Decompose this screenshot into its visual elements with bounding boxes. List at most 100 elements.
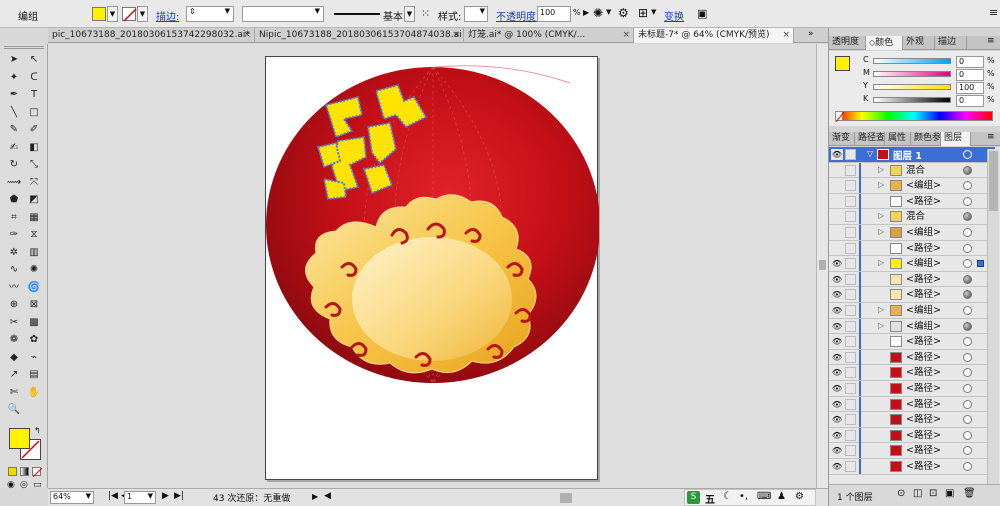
channel-value-field[interactable]: 0 [956, 56, 984, 68]
eye-icon[interactable]: 👁 [831, 305, 843, 316]
layer-item-name[interactable]: <路径> [906, 460, 941, 473]
layer-item-name[interactable]: <编组> [906, 320, 941, 333]
layer-item-name[interactable]: <路径> [906, 429, 941, 442]
layer-item-name[interactable]: <路径> [906, 273, 941, 286]
eye-icon[interactable]: 👁 [831, 258, 843, 269]
target-icon[interactable] [963, 352, 972, 362]
expand-icon[interactable]: ▽ [867, 149, 873, 158]
eye-icon[interactable]: 👁 [831, 461, 843, 472]
fill-color-box[interactable] [9, 428, 30, 449]
next-page-icon[interactable]: ▶ [162, 491, 169, 501]
tab-color[interactable]: ◇颜色 [866, 36, 903, 50]
expand-icon[interactable]: ▷ [878, 180, 884, 189]
expand-icon[interactable]: ▷ [878, 165, 884, 174]
lantern-artwork[interactable] [266, 57, 600, 481]
lock-toggle[interactable] [845, 195, 856, 207]
eye-icon[interactable] [831, 180, 843, 191]
lock-toggle[interactable] [845, 273, 856, 285]
layer-item-name[interactable]: <编组> [906, 179, 941, 192]
delete-layer-icon[interactable]: 🗑 [963, 488, 976, 499]
layer-row-main[interactable]: 👁 ▽ 图层 1 [829, 147, 995, 163]
keyboard-icon[interactable]: ⌨ [757, 491, 771, 502]
doc-tab-1[interactable]: pic_10673188_20180306153742298032.ai* × [48, 28, 255, 43]
lock-toggle[interactable] [845, 383, 856, 394]
layer-row[interactable]: 👁 <路径> [829, 412, 995, 428]
lock-toggle[interactable] [845, 367, 856, 379]
target-icon[interactable] [963, 243, 972, 253]
graphic-style-swatch[interactable]: ▼ [464, 6, 488, 22]
target-icon[interactable] [963, 446, 972, 456]
eye-icon[interactable]: 👁 [831, 336, 843, 347]
stroke-swatch-icon[interactable] [122, 7, 137, 22]
layer-row[interactable]: 👁 ▷ <编组> [829, 303, 995, 319]
stroke-profile-preview[interactable] [334, 13, 380, 15]
layer-row[interactable]: 👁 <路径> [829, 334, 995, 350]
target-icon[interactable] [963, 181, 972, 191]
gradient-mode-icon[interactable] [20, 467, 29, 476]
target-icon[interactable] [963, 368, 972, 378]
blob-brush-icon[interactable]: ✍ [5, 140, 23, 155]
eyedropper2-icon[interactable]: ⌁ [25, 350, 43, 365]
expand-icon[interactable]: ▷ [878, 227, 884, 236]
panel-menu-icon[interactable]: ≡ [989, 6, 998, 19]
eye-icon[interactable]: 👁 [831, 289, 843, 300]
eye-icon[interactable]: 👁 [831, 445, 843, 456]
target-icon[interactable] [963, 196, 972, 206]
tab-appearance[interactable]: 外观 [903, 36, 935, 50]
twirl-icon[interactable]: 🌀 [25, 280, 43, 295]
layer-row[interactable]: ▷ 混合 [829, 162, 995, 179]
ime-logo-icon[interactable]: S [687, 491, 700, 504]
target-icon[interactable] [963, 306, 972, 315]
shape-builder-icon[interactable]: ⬟ [5, 192, 23, 207]
panel-menu-icon[interactable]: ≡ [987, 132, 995, 142]
measure-icon[interactable]: ↗ [5, 367, 23, 382]
lock-toggle[interactable] [845, 289, 856, 301]
recolor-icon[interactable]: ✺ [593, 6, 603, 20]
gradient-tool-icon[interactable]: ▦ [25, 210, 43, 225]
variable-width-field[interactable]: ▼ [242, 6, 324, 22]
column-graph-icon[interactable]: ▥ [25, 245, 43, 260]
lock-toggle[interactable] [845, 305, 856, 316]
eye-icon[interactable] [831, 227, 843, 238]
layer-item-name[interactable]: <编组> [906, 304, 941, 317]
ime-mode-label[interactable]: 五 [705, 491, 715, 506]
blend-tool-icon[interactable]: ⧖ [25, 227, 43, 242]
type-tool-icon[interactable]: T [25, 87, 43, 102]
layer-row[interactable]: 👁 <路径> [829, 381, 995, 397]
eye-icon[interactable]: 👁 [831, 367, 843, 378]
layer-item-name[interactable]: <路径> [906, 366, 941, 379]
canvas-area[interactable] [48, 44, 828, 488]
rectangle-tool-icon[interactable]: □ [25, 105, 43, 120]
stroke-label[interactable]: 描边: [156, 8, 179, 23]
layer-row[interactable]: 👁 <路径> [829, 427, 995, 444]
close-icon[interactable]: × [622, 28, 630, 42]
lock-toggle[interactable] [845, 164, 856, 176]
lock-toggle[interactable] [845, 398, 856, 410]
expand-icon[interactable]: ▷ [878, 258, 884, 267]
artboard-tool-icon[interactable]: ⊠ [25, 297, 43, 312]
artboard2-icon[interactable]: ▤ [25, 367, 43, 382]
rotate-tool-icon[interactable]: ↻ [5, 157, 23, 172]
layers-scroll-thumb[interactable] [989, 151, 998, 211]
pen-tool-icon[interactable]: ✒ [5, 87, 23, 102]
tabs-overflow-icon[interactable]: » [808, 29, 814, 39]
target-icon[interactable] [963, 321, 972, 331]
eye-icon[interactable]: 👁 [831, 274, 843, 285]
layer-item-name[interactable]: <路径> [906, 195, 941, 208]
eye-icon[interactable] [831, 165, 843, 176]
layer-item-name[interactable]: <路径> [906, 351, 941, 364]
color-mode-icon[interactable] [8, 467, 17, 476]
layer-item-name[interactable]: 混合 [906, 164, 925, 177]
make-clipping-mask-icon[interactable]: ◫ [913, 488, 922, 499]
channel-slider[interactable] [873, 58, 951, 64]
channel-value-field[interactable]: 0 [956, 95, 984, 107]
layers-scrollbar[interactable] [987, 149, 999, 484]
direct-selection-tool-icon[interactable]: ↖ [25, 52, 43, 67]
scale-tool-icon[interactable]: ⤡ [25, 157, 43, 172]
knife-icon[interactable]: ✄ [5, 385, 23, 400]
width-tool-icon[interactable]: ⟿ [5, 175, 23, 190]
layer-item-name[interactable]: <路径> [906, 335, 941, 348]
eye-icon[interactable]: 👁 [831, 352, 843, 363]
lock-toggle[interactable] [845, 149, 856, 160]
new-layer-icon[interactable]: ▣ [945, 488, 954, 499]
